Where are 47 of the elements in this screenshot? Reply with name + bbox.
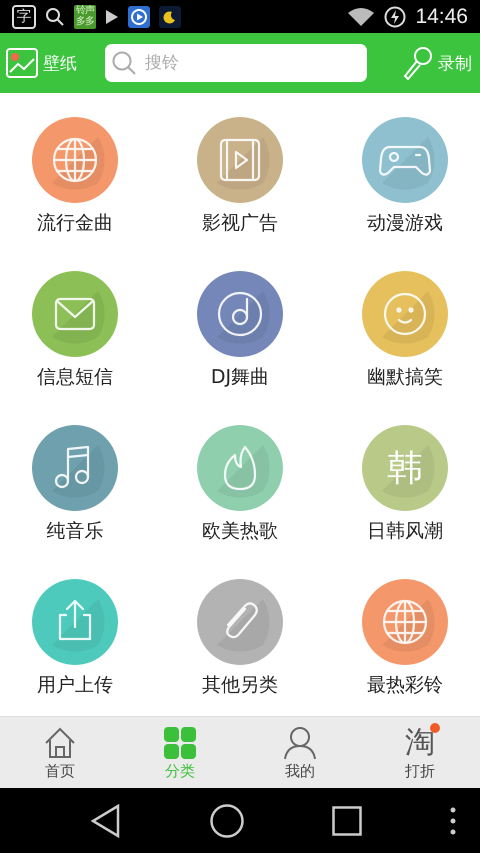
recents-icon[interactable] [332,806,362,836]
gamepad-icon[interactable] [362,117,448,203]
category-button[interactable]: DJ舞曲 [165,271,315,390]
category-button[interactable]: 欧美热歌 [165,425,315,544]
category-button[interactable]: 用户上传 [0,579,150,698]
tab[interactable]: 首页 [0,717,120,788]
upload-icon[interactable] [32,579,118,665]
picture-frame-icon [6,48,38,78]
category-button[interactable]: 其他另类 [165,579,315,698]
category-button[interactable]: 幽默搞笑 [330,271,480,390]
tab[interactable]: 淘 打折 [360,717,480,788]
search-icon [45,6,65,26]
category-button[interactable]: 流行金曲 [0,117,150,236]
music-note-icon[interactable] [32,425,118,511]
play-icon [105,8,119,24]
notification-icon: 字 [12,4,36,28]
app-notification-icon: 铃声多多 [74,4,96,28]
player-app-icon [128,6,150,28]
smiley-icon[interactable] [362,271,448,357]
character-icon: 淘 [405,728,435,758]
wifi-icon [347,6,376,26]
category-button[interactable]: 纯音乐 [0,425,150,544]
envelope-icon[interactable] [32,271,118,357]
battery-charging-icon [384,6,406,28]
category-button[interactable]: 信息短信 [0,271,150,390]
film-icon[interactable] [197,117,283,203]
home-icon[interactable] [210,804,244,838]
tab[interactable]: 我的 [240,717,360,788]
moon-icon [159,6,181,28]
search-input[interactable]: 搜铃 [143,52,347,74]
flame-icon[interactable] [197,425,283,511]
more-icon[interactable] [450,806,456,834]
clock-time: 14:46 [415,4,468,28]
grid-icon [162,724,198,760]
paperclip-icon[interactable] [197,579,283,665]
search-icon [111,50,137,76]
globe-icon[interactable] [362,579,448,665]
disc-icon[interactable] [197,271,283,357]
category-button[interactable]: 韩 日韩风潮 [330,425,480,544]
back-icon[interactable] [90,804,122,838]
category-button[interactable]: 动漫游戏 [330,117,480,236]
globe-icon[interactable] [32,117,118,203]
category-button[interactable]: 最热彩铃 [330,579,480,698]
search-field[interactable]: 搜铃 [105,44,367,82]
category-button[interactable]: 影视广告 [165,117,315,236]
microphone-icon [401,46,433,80]
person-icon [282,724,318,760]
